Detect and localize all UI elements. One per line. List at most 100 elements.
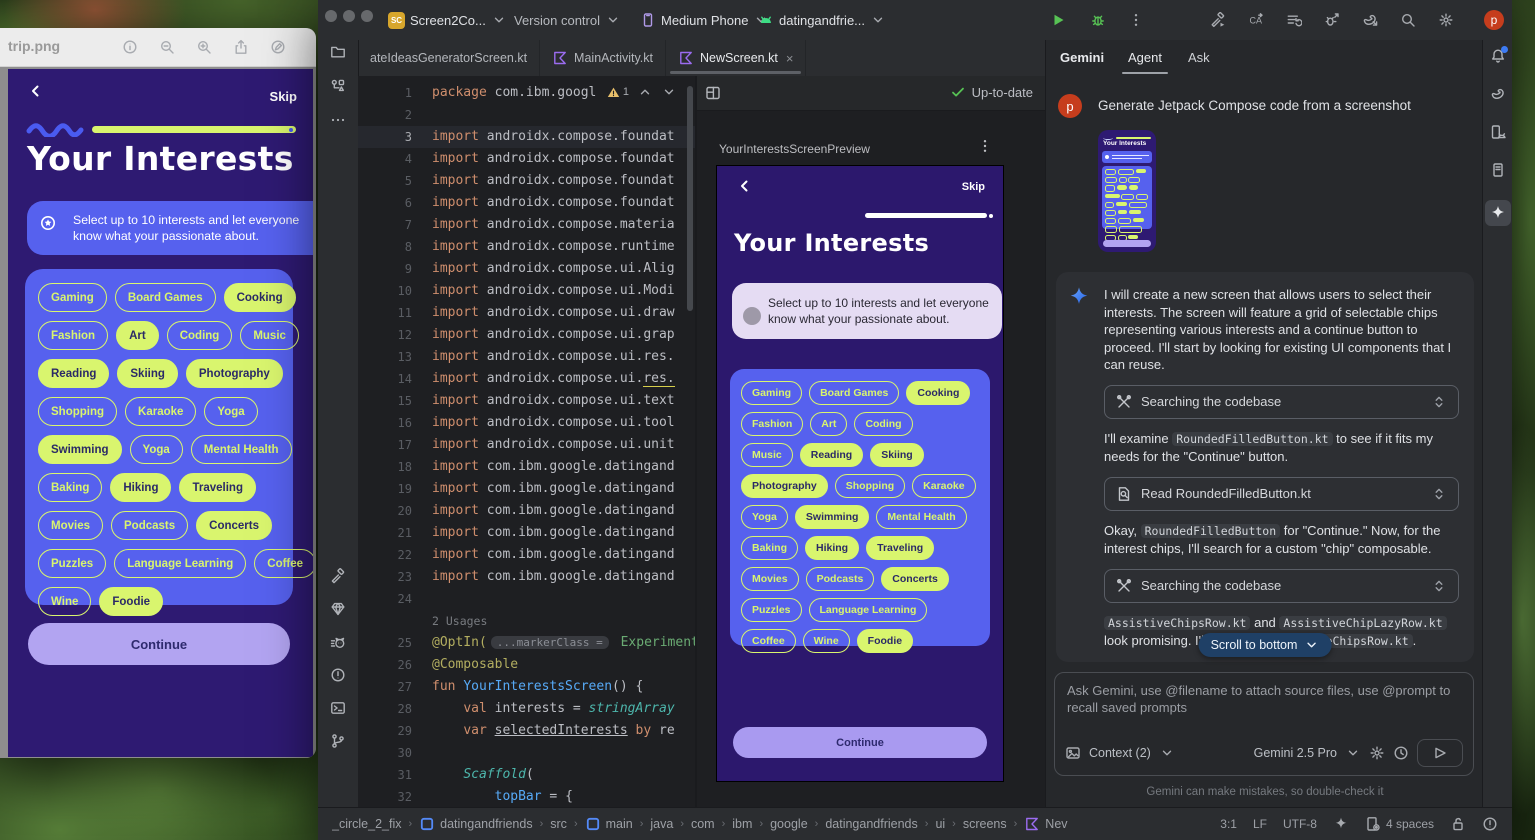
context-dropdown[interactable]: Context (2) — [1089, 746, 1151, 760]
interest-chip[interactable]: Hiking — [110, 473, 171, 502]
hammer-run-icon[interactable] — [1210, 12, 1226, 28]
run-button[interactable] — [1050, 12, 1066, 28]
interest-chip[interactable]: Shopping — [835, 474, 905, 498]
device-manager-icon[interactable] — [1490, 124, 1506, 140]
interest-chip[interactable]: Podcasts — [806, 567, 875, 591]
status-widget[interactable]: LF — [1253, 817, 1267, 831]
interest-chip[interactable]: Concerts — [881, 567, 949, 591]
gemini-sparkle-icon[interactable] — [1485, 200, 1511, 226]
status-widget[interactable] — [1482, 816, 1498, 832]
continue-button[interactable]: Continue — [733, 727, 987, 758]
interest-chip[interactable]: Yoga — [204, 397, 257, 426]
interest-chip[interactable]: Concerts — [196, 511, 272, 540]
interest-chip[interactable]: Photography — [186, 359, 283, 388]
interest-chip[interactable]: Hiking — [805, 536, 859, 560]
interest-chip[interactable]: Fashion — [38, 321, 108, 350]
gem-icon[interactable] — [330, 601, 346, 617]
updown-icon[interactable] — [1431, 394, 1447, 410]
breadcrumb-item[interactable]: ibm — [732, 817, 752, 831]
breadcrumb-item[interactable]: google — [770, 817, 808, 831]
interest-chip[interactable]: Coding — [167, 321, 233, 350]
interest-chip[interactable]: Reading — [800, 443, 863, 467]
tool-call-row[interactable]: Searching the codebase — [1104, 569, 1459, 603]
sparkle-icon[interactable] — [1333, 816, 1349, 832]
folder-icon[interactable] — [330, 44, 346, 60]
zoom-window-button[interactable] — [361, 10, 373, 22]
tool-call-row[interactable]: Searching the codebase — [1104, 385, 1459, 419]
interest-chip[interactable]: Foodie — [857, 629, 913, 653]
history-icon[interactable] — [1393, 745, 1409, 761]
preview-options-icon[interactable] — [977, 138, 993, 154]
send-button[interactable] — [1417, 739, 1463, 767]
interest-chip[interactable]: Traveling — [866, 536, 934, 560]
device-selector[interactable]: Medium Phone — [640, 0, 769, 40]
interest-chip[interactable]: Board Games — [809, 381, 899, 405]
file-search-icon[interactable] — [1116, 486, 1132, 502]
markup-icon[interactable] — [270, 39, 286, 55]
interest-chip[interactable]: Music — [240, 321, 299, 350]
kotlin-icon[interactable] — [1024, 816, 1040, 832]
doc-gear-icon[interactable] — [1365, 816, 1381, 832]
gemini-settings-icon[interactable] — [1369, 745, 1385, 761]
interest-chip[interactable]: Photography — [741, 474, 828, 498]
zoom-in-icon[interactable] — [196, 39, 212, 55]
editor-scrollbar[interactable] — [687, 86, 693, 311]
tools-icon[interactable] — [1116, 578, 1132, 594]
error-icon[interactable] — [1482, 816, 1498, 832]
interest-chip[interactable]: Coding — [854, 412, 912, 436]
problems-icon[interactable] — [330, 667, 346, 683]
status-widget[interactable]: 3:1 — [1220, 817, 1237, 831]
tab-MainActivity.kt[interactable]: MainActivity.kt — [540, 40, 666, 76]
interest-chip[interactable]: Puzzles — [38, 549, 106, 578]
interest-chip[interactable]: Foodie — [99, 587, 163, 616]
interest-chip[interactable]: Art — [116, 321, 159, 350]
breadcrumb-item[interactable]: java — [650, 817, 673, 831]
interest-chip[interactable]: Baking — [741, 536, 798, 560]
interest-chip[interactable]: Mental Health — [191, 435, 292, 464]
updown-icon[interactable] — [1431, 486, 1447, 502]
interest-chip[interactable]: Movies — [741, 567, 799, 591]
tools-icon[interactable] — [1116, 394, 1132, 410]
logcat-icon[interactable] — [330, 634, 346, 650]
inspection-widget[interactable]: 1 — [603, 84, 681, 100]
status-widget[interactable]: UTF-8 — [1283, 817, 1317, 831]
zoom-out-icon[interactable] — [159, 39, 175, 55]
status-widget[interactable] — [1450, 816, 1466, 832]
status-widget[interactable] — [1333, 816, 1349, 832]
breadcrumb-item[interactable]: Nev — [1024, 816, 1067, 832]
minimize-window-button[interactable] — [343, 10, 355, 22]
interest-chip[interactable]: Reading — [38, 359, 109, 388]
tool-call-row[interactable]: Read RoundedFilledButton.kt — [1104, 477, 1459, 511]
interest-chip[interactable]: Swimming — [795, 505, 870, 529]
interest-chip[interactable]: Baking — [38, 473, 102, 502]
interest-chip[interactable]: Wine — [803, 629, 850, 653]
tab-ask[interactable]: Ask — [1188, 50, 1210, 65]
chevron-down-icon[interactable] — [661, 84, 677, 100]
info-icon[interactable] — [122, 39, 138, 55]
interest-chip[interactable]: Yoga — [741, 505, 788, 529]
interest-chip[interactable]: Movies — [38, 511, 103, 540]
attach-image-icon[interactable] — [1065, 745, 1081, 761]
interest-chip[interactable]: Yoga — [130, 435, 183, 464]
continue-button[interactable]: Continue — [28, 623, 290, 665]
debug-button[interactable] — [1090, 12, 1106, 28]
project-widget[interactable]: SC Screen2Co... — [388, 0, 507, 40]
user-avatar[interactable]: p — [1484, 10, 1504, 30]
breadcrumb-item[interactable]: src — [550, 817, 567, 831]
interest-chip[interactable]: Gaming — [741, 381, 802, 405]
interest-chip[interactable]: Language Learning — [809, 598, 928, 622]
module-icon[interactable] — [419, 816, 435, 832]
breadcrumb-item[interactable]: com — [691, 817, 715, 831]
updown-icon[interactable] — [1431, 578, 1447, 594]
interest-chip[interactable]: Language Learning — [114, 549, 246, 578]
scroll-to-bottom-button[interactable]: Scroll to bottom — [1199, 633, 1332, 657]
interest-chip[interactable]: Fashion — [741, 412, 803, 436]
interest-chip[interactable]: Puzzles — [741, 598, 802, 622]
search-icon[interactable] — [1400, 12, 1416, 28]
interest-chip[interactable]: Art — [810, 412, 847, 436]
interest-chip[interactable]: Skiing — [117, 359, 178, 388]
gemini-prompt-input[interactable]: Ask Gemini, use @filename to attach sour… — [1054, 672, 1474, 776]
kotlin-icon[interactable] — [552, 50, 568, 66]
running-devices-icon[interactable] — [1490, 162, 1506, 178]
interest-chip[interactable]: Wine — [38, 587, 91, 616]
